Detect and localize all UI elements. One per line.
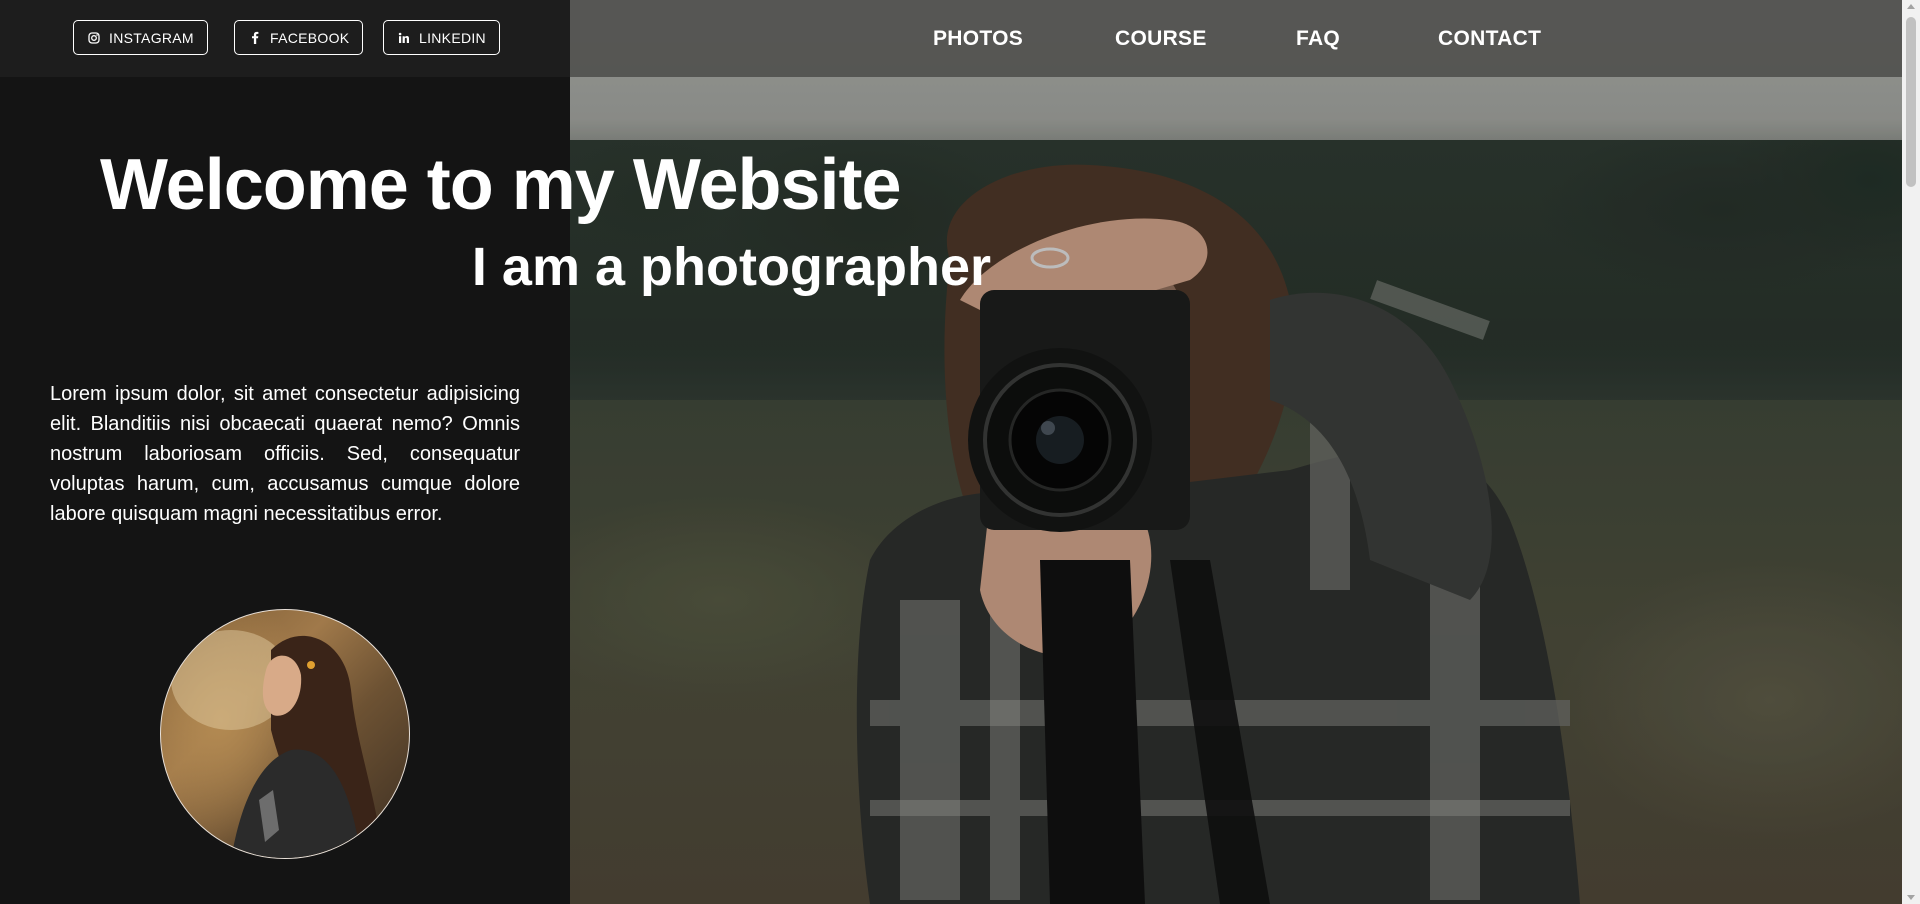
nav-faq[interactable]: FAQ <box>1296 0 1340 77</box>
linkedin-icon <box>397 31 411 45</box>
facebook-label: FACEBOOK <box>270 29 350 46</box>
hero-photo <box>570 0 1902 904</box>
linkedin-link[interactable]: LINKEDIN <box>383 20 500 55</box>
nav-contact[interactable]: CONTACT <box>1438 0 1541 77</box>
scroll-up-icon[interactable] <box>1907 4 1915 9</box>
page-subtitle: I am a photographer <box>471 237 991 297</box>
page-title: Welcome to my Website <box>100 145 902 225</box>
nav-photos[interactable]: PHOTOS <box>933 0 1023 77</box>
instagram-icon <box>87 31 101 45</box>
nav-course[interactable]: COURSE <box>1115 0 1207 77</box>
facebook-link[interactable]: FACEBOOK <box>234 20 364 55</box>
instagram-label: INSTAGRAM <box>109 29 194 46</box>
main-nav-bar <box>570 0 1902 77</box>
facebook-icon <box>248 31 262 45</box>
linkedin-label: LINKEDIN <box>419 29 486 46</box>
portrait-image <box>171 630 381 858</box>
scroll-down-icon[interactable] <box>1907 895 1915 900</box>
top-navigation-bar: INSTAGRAM FACEBOOK LINKEDIN PHOTOS COURS… <box>0 0 1902 77</box>
page-scrollbar[interactable] <box>1902 0 1920 904</box>
about-paragraph: Lorem ipsum dolor, sit amet consectetur … <box>50 383 520 525</box>
scroll-thumb[interactable] <box>1906 17 1916 187</box>
profile-avatar <box>160 609 410 859</box>
instagram-link[interactable]: INSTAGRAM <box>73 20 208 55</box>
